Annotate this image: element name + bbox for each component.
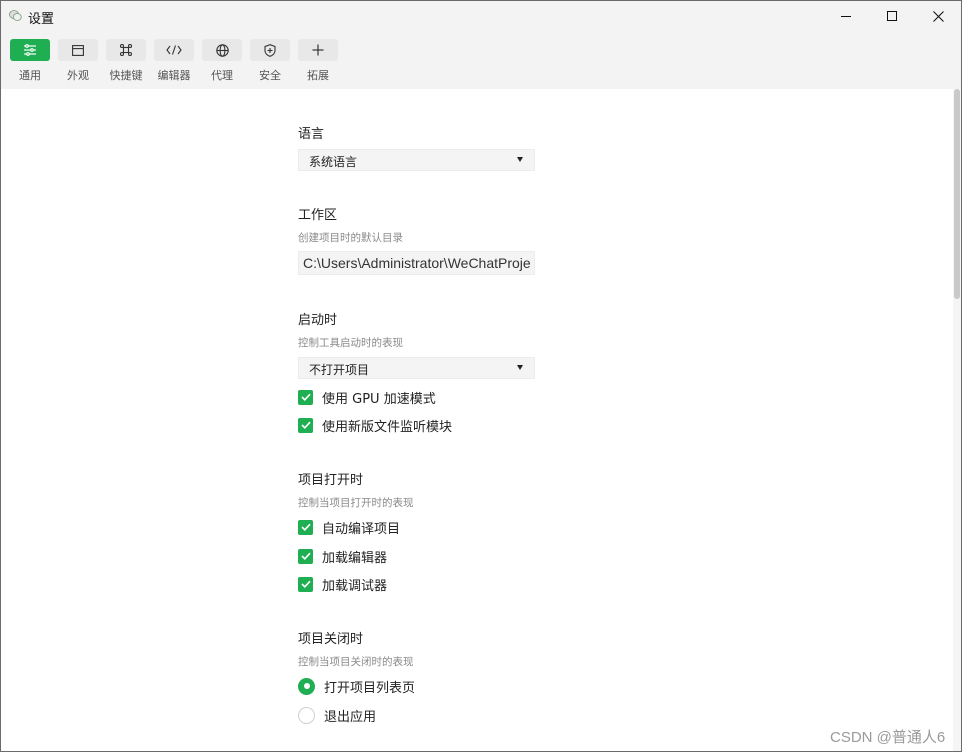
close-icon: [932, 10, 944, 22]
tab-editor-label: 编辑器: [157, 69, 191, 82]
tab-extensions-button[interactable]: [298, 39, 338, 61]
wechat-devtools-logo-icon: [9, 10, 22, 21]
tab-editor[interactable]: 编辑器: [154, 39, 194, 85]
command-key-icon: [120, 44, 132, 56]
open-project-list-radio[interactable]: [298, 677, 315, 695]
globe-icon: [215, 43, 229, 57]
caret-down-icon: [517, 365, 523, 370]
title-bar: 设置: [1, 1, 961, 31]
open-project-list-label: 打开项目列表页: [324, 680, 416, 696]
tab-extensions[interactable]: 拓展: [298, 39, 338, 85]
language-select[interactable]: 系统语言: [298, 149, 535, 171]
file-watcher-option[interactable]: 使用新版文件监听模块: [298, 416, 453, 435]
tab-appearance-button[interactable]: [58, 39, 98, 61]
gpu-acceleration-checkbox[interactable]: [298, 389, 313, 405]
settings-content: 语言 系统语言 工作区 创建项目时的默认目录 C:\Users\Administ…: [1, 89, 953, 751]
workspace-path-input[interactable]: C:\Users\Administrator\WeChatProje: [298, 251, 535, 275]
project-open-title: 项目打开时: [298, 473, 364, 488]
auto-compile-label: 自动编译项目: [322, 521, 401, 537]
load-editor-checkbox[interactable]: [298, 548, 313, 564]
load-debugger-label: 加载调试器: [322, 578, 388, 594]
tab-appearance-label: 外观: [67, 69, 89, 82]
scrollbar-thumb[interactable]: [954, 89, 960, 299]
auto-compile-checkbox[interactable]: [298, 519, 313, 535]
settings-window: 设置 通用 外观 快捷键 编辑器 代理 安全 拓展 语言 系统语言 工作区 创建…: [0, 0, 962, 752]
checkmark-icon: [300, 552, 311, 560]
tab-proxy[interactable]: 代理: [202, 39, 242, 85]
layout-icon: [72, 44, 84, 56]
minimize-button[interactable]: [823, 1, 869, 31]
shield-icon: [264, 43, 276, 57]
plus-icon: [312, 44, 324, 56]
vertical-scrollbar[interactable]: [953, 89, 961, 751]
tab-security-label: 安全: [259, 69, 281, 82]
tab-extensions-label: 拓展: [307, 69, 329, 82]
checkmark-icon: [300, 580, 311, 588]
startup-description: 控制工具启动时的表现: [298, 337, 403, 349]
workspace-title: 工作区: [298, 208, 338, 223]
gpu-acceleration-option[interactable]: 使用 GPU 加速模式: [298, 388, 436, 407]
watermark: CSDN @普通人6: [830, 729, 946, 746]
tab-security-button[interactable]: [250, 39, 290, 61]
open-project-list-option[interactable]: 打开项目列表页: [298, 677, 416, 696]
tab-shortcuts-button[interactable]: [106, 39, 146, 61]
tab-shortcuts[interactable]: 快捷键: [106, 39, 146, 85]
load-editor-option[interactable]: 加载编辑器: [298, 547, 388, 566]
minimize-icon: [841, 16, 851, 17]
checkmark-icon: [300, 393, 311, 401]
startup-select-value: 不打开项目: [309, 363, 370, 377]
startup-title: 启动时: [298, 313, 338, 328]
tab-general-label: 通用: [19, 69, 41, 82]
checkmark-icon: [300, 523, 311, 531]
language-title: 语言: [298, 127, 325, 142]
checkmark-icon: [300, 421, 311, 429]
load-editor-label: 加载编辑器: [322, 550, 388, 566]
tab-editor-button[interactable]: [154, 39, 194, 61]
maximize-icon: [887, 11, 897, 21]
maximize-button[interactable]: [869, 1, 915, 31]
load-debugger-option[interactable]: 加载调试器: [298, 575, 388, 594]
gpu-acceleration-label: 使用 GPU 加速模式: [322, 391, 436, 407]
quit-app-radio[interactable]: [298, 706, 315, 724]
quit-app-option[interactable]: 退出应用: [298, 706, 377, 725]
startup-select[interactable]: 不打开项目: [298, 357, 535, 379]
code-icon: [166, 45, 182, 55]
window-title: 设置: [28, 12, 55, 27]
project-open-description: 控制当项目打开时的表现: [298, 497, 414, 509]
language-select-value: 系统语言: [309, 155, 358, 169]
tab-proxy-button[interactable]: [202, 39, 242, 61]
tab-general[interactable]: 通用: [10, 39, 50, 85]
file-watcher-checkbox[interactable]: [298, 417, 313, 433]
workspace-description: 创建项目时的默认目录: [298, 232, 403, 244]
tab-appearance[interactable]: 外观: [58, 39, 98, 85]
sliders-icon: [24, 44, 36, 56]
caret-down-icon: [517, 157, 523, 162]
tab-general-button[interactable]: [10, 39, 50, 61]
tab-proxy-label: 代理: [211, 69, 233, 82]
quit-app-label: 退出应用: [324, 709, 377, 725]
file-watcher-label: 使用新版文件监听模块: [322, 419, 453, 435]
tab-shortcuts-label: 快捷键: [109, 69, 143, 82]
project-close-description: 控制当项目关闭时的表现: [298, 656, 414, 668]
settings-toolbar: 通用 外观 快捷键 编辑器 代理 安全 拓展: [1, 31, 961, 89]
project-close-title: 项目关闭时: [298, 632, 364, 647]
close-button[interactable]: [915, 1, 961, 31]
auto-compile-option[interactable]: 自动编译项目: [298, 518, 401, 537]
tab-security[interactable]: 安全: [250, 39, 290, 85]
load-debugger-checkbox[interactable]: [298, 576, 313, 592]
